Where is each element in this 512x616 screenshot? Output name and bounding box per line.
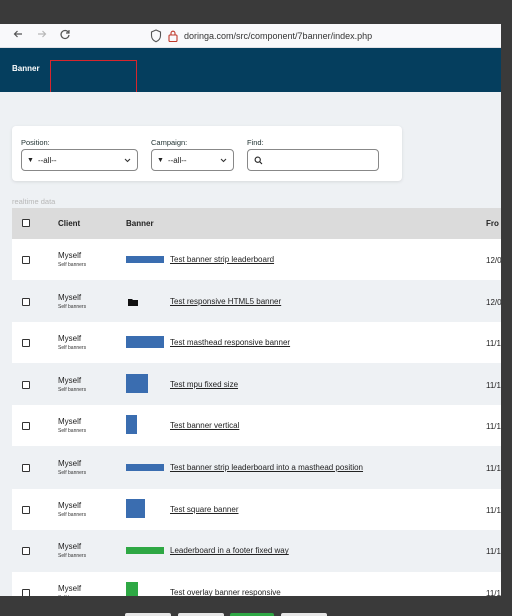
- from-date: 11/1: [486, 588, 501, 596]
- from-date: 12/0: [486, 297, 501, 307]
- row-checkbox[interactable]: [22, 588, 30, 596]
- table-row[interactable]: Myself Self banners Test mpu fixed size 11/…: [12, 363, 501, 405]
- banner-thumbnail[interactable]: [126, 415, 137, 435]
- row-checkbox[interactable]: [22, 297, 30, 306]
- table-row[interactable]: MyselfSelf bannersTest overlay banner re…: [12, 571, 501, 596]
- url-text: doringa.com/src/component/7banner/index.…: [184, 31, 373, 41]
- banner-link[interactable]: Test square banner: [170, 505, 239, 514]
- table-row[interactable]: Myself Self banners Test banner vertical 11…: [12, 405, 501, 447]
- banner-link[interactable]: Test masthead responsive banner: [170, 338, 290, 347]
- client-subtitle: Self banners: [58, 470, 87, 476]
- client-subtitle: Self banners: [58, 262, 87, 268]
- client-name: Myself: [58, 334, 82, 344]
- banner-thumbnail[interactable]: [126, 256, 164, 263]
- banner-link[interactable]: Test mpu fixed size: [170, 380, 238, 389]
- search-icon: [254, 156, 263, 164]
- address-bar[interactable]: doringa.com/src/component/7banner/index.…: [150, 28, 372, 44]
- browser-window: doringa.com/src/component/7banner/index.…: [0, 24, 501, 596]
- client-name: Myself: [58, 375, 82, 385]
- footer-strip: [0, 596, 512, 616]
- client-name: Myself: [58, 417, 82, 427]
- banner-link[interactable]: Leaderboard in a footer fixed way: [170, 546, 289, 555]
- banner-link[interactable]: Test overlay banner responsive: [170, 588, 281, 596]
- browser-toolbar: doringa.com/src/component/7banner/index.…: [0, 24, 501, 48]
- page-title: Banner: [12, 64, 40, 73]
- banner-thumbnail[interactable]: [126, 498, 145, 518]
- position-select-value: --all--: [37, 155, 57, 165]
- column-header-banner[interactable]: Banner: [126, 219, 154, 228]
- row-checkbox[interactable]: [22, 464, 30, 472]
- row-checkbox[interactable]: [22, 505, 30, 514]
- banner-thumbnail[interactable]: [126, 464, 164, 471]
- folder-icon[interactable]: [128, 298, 138, 306]
- from-date: 12/0: [486, 256, 501, 265]
- client-subtitle: Self banners: [58, 345, 87, 352]
- table-header: Client Banner Fro: [12, 208, 501, 239]
- row-checkbox[interactable]: [22, 380, 30, 389]
- filter-icon: ▼: [157, 156, 164, 164]
- lock-icon: [168, 30, 178, 43]
- banner-thumbnail[interactable]: [126, 373, 148, 393]
- campaign-select-value: --all--: [167, 155, 187, 165]
- banner-thumbnail[interactable]: [126, 336, 164, 349]
- select-all-checkbox[interactable]: [22, 219, 30, 227]
- chevron-down-icon: [124, 158, 131, 163]
- table-row[interactable]: Myself Self banners Leaderboard in a foote…: [12, 530, 501, 572]
- client-name: Myself: [58, 292, 82, 302]
- position-label: Position:: [21, 138, 50, 147]
- client-name: Myself: [58, 542, 82, 552]
- banner-thumbnail[interactable]: [126, 547, 164, 555]
- highlight-box: [50, 60, 137, 93]
- find-label: Find:: [247, 138, 264, 147]
- client-subtitle: Self banners: [58, 553, 87, 560]
- banner-link[interactable]: Test banner strip leaderboard into a mas…: [170, 463, 363, 472]
- banner-link[interactable]: Test banner strip leaderboard: [170, 255, 274, 264]
- table-row[interactable]: Myself Self banners Test banner strip lead…: [12, 239, 501, 280]
- column-header-from[interactable]: Fro: [486, 219, 499, 228]
- client-name: Myself: [58, 251, 82, 260]
- table-row[interactable]: Myself Self banners Test masthead responsi…: [12, 322, 501, 364]
- from-date: 11/1: [486, 380, 501, 390]
- campaign-label: Campaign:: [151, 138, 188, 147]
- banner-link[interactable]: Test banner vertical: [170, 421, 239, 430]
- forward-arrow-icon[interactable]: [34, 28, 50, 44]
- column-header-client[interactable]: Client: [58, 219, 80, 228]
- filter-panel: Position: ▼ --all-- Campaign: ▼ --all-- …: [12, 126, 402, 181]
- campaign-select[interactable]: ▼ --all--: [151, 149, 234, 171]
- client-name: Myself: [58, 500, 82, 510]
- from-date: 11/1: [486, 339, 501, 349]
- banner-thumbnail[interactable]: [126, 581, 138, 596]
- table-row[interactable]: Myself Self banners Test square banner 11/1: [12, 488, 501, 530]
- client-subtitle: Self banners: [58, 303, 87, 310]
- client-subtitle: Self banners: [58, 386, 87, 393]
- row-checkbox[interactable]: [22, 547, 30, 556]
- main-content: Position: ▼ --all-- Campaign: ▼ --all-- …: [0, 92, 501, 596]
- client-subtitle: Self banners: [58, 428, 87, 435]
- reload-icon[interactable]: [57, 28, 73, 44]
- from-date: 11/1: [486, 464, 501, 473]
- from-date: 11/1: [486, 547, 501, 557]
- client-subtitle: Self banners: [58, 511, 87, 518]
- position-select[interactable]: ▼ --all--: [21, 149, 138, 171]
- row-checkbox[interactable]: [22, 339, 30, 348]
- from-date: 11/1: [486, 505, 501, 515]
- row-checkbox[interactable]: [22, 256, 30, 264]
- table-row[interactable]: Myself Self banners Test responsive HTML5 …: [12, 280, 501, 322]
- banner-link[interactable]: Test responsive HTML5 banner: [170, 297, 281, 306]
- from-date: 11/1: [486, 422, 501, 432]
- realtime-label: realtime data: [12, 197, 56, 206]
- client-name: Myself: [58, 459, 82, 468]
- table-row[interactable]: Myself Self banners Test banner strip lead…: [12, 447, 501, 488]
- chevron-down-icon: [220, 158, 227, 163]
- client-name: Myself: [58, 583, 82, 593]
- shield-icon: [150, 29, 162, 43]
- find-input[interactable]: [247, 149, 379, 171]
- back-arrow-icon[interactable]: [10, 28, 26, 44]
- row-checkbox[interactable]: [22, 422, 30, 431]
- filter-icon: ▼: [27, 156, 34, 164]
